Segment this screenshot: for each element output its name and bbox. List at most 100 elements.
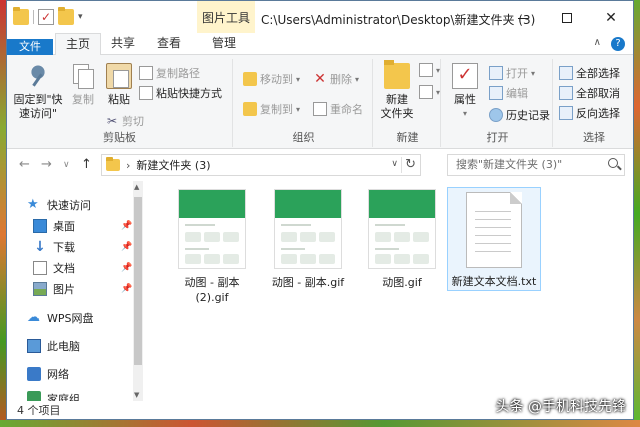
address-dropdown-icon[interactable]: ∨ — [391, 159, 398, 169]
close-icon: ✕ — [605, 10, 617, 26]
ribbon-collapse-icon[interactable]: ∧ — [594, 37, 601, 51]
nav-item-wps[interactable]: ☁ WPS网盘 — [27, 308, 94, 328]
download-icon: ↓ — [34, 239, 46, 255]
nav-item-pictures[interactable]: 图片 — [33, 279, 75, 299]
tab-view[interactable]: 查看 — [149, 33, 189, 55]
clipboard-group-label: 剪贴板 — [103, 131, 136, 144]
qat-separator — [33, 10, 34, 24]
open-group: ✓ 属性 ▾ 打开 ▾ 编辑 历史记录 打开 — [443, 59, 553, 147]
select-none-icon — [559, 86, 573, 100]
properties-check-icon[interactable]: ✓ — [38, 9, 54, 25]
minimize-button[interactable] — [501, 1, 545, 35]
search-placeholder: 搜索"新建文件夹 (3)" — [456, 158, 563, 171]
new-folder-label: 新建 文件夹 — [380, 93, 414, 120]
paste-shortcut-label: 粘贴快捷方式 — [156, 87, 222, 100]
new-group-label: 新建 — [396, 131, 419, 144]
move-to-dropdown-icon: ▾ — [296, 74, 301, 84]
select-all-button[interactable]: 全部选择 — [559, 65, 620, 81]
pin-quick-access-button[interactable]: 固定到"快 速访问" — [11, 63, 65, 121]
close-button[interactable]: ✕ — [589, 1, 633, 35]
nav-item-network[interactable]: 网络 — [27, 364, 69, 384]
new-folder-icon — [384, 60, 410, 89]
gif-thumbnail — [178, 189, 246, 269]
star-icon: ★ — [27, 197, 39, 212]
select-group: 全部选择 全部取消 反向选择 选择 — [555, 59, 633, 147]
pin-quick-access-label: 固定到"快 速访问" — [13, 93, 63, 120]
copy-path-button[interactable]: 复制路径 — [139, 65, 200, 81]
copy-to-button[interactable]: 复制到 ▾ — [243, 101, 300, 117]
navigation-bar: ← → ∨ ↑ › 新建文件夹 (3) ∨ ↻ 搜索"新建文件夹 (3)" — [7, 149, 633, 181]
file-item[interactable]: 动图.gif — [359, 187, 445, 290]
edit-button[interactable]: 编辑 — [489, 85, 528, 101]
homegroup-icon — [27, 391, 41, 401]
maximize-button[interactable] — [545, 1, 589, 35]
nav-label-quick-access: 快速访问 — [47, 199, 91, 212]
edit-label: 编辑 — [506, 87, 528, 100]
copy-button[interactable]: 复制 — [65, 63, 101, 107]
paste-icon — [106, 63, 132, 89]
desktop-icon — [33, 219, 47, 233]
scissors-icon: ✂ — [106, 114, 118, 128]
invert-selection-button[interactable]: 反向选择 — [559, 105, 620, 121]
properties-dropdown-icon: ▾ — [462, 109, 467, 118]
open-button[interactable]: 打开 ▾ — [489, 65, 535, 81]
ribbon-tools: ∧ ? — [594, 37, 625, 51]
new-item-dropdown-icon: ▾ — [436, 65, 441, 75]
nav-item-downloads[interactable]: ↓ 下载 — [33, 237, 75, 257]
nav-pane-scrollbar[interactable]: ▲ ▼ — [133, 181, 143, 401]
ribbon-tabs: 文件 主页 共享 查看 管理 ∧ ? — [7, 33, 633, 61]
easy-access-icon — [419, 85, 433, 99]
new-item-button[interactable]: ▾ — [419, 63, 440, 77]
recent-dropdown-icon[interactable]: ∨ — [63, 160, 70, 170]
nav-item-this-pc[interactable]: 此电脑 — [27, 336, 80, 356]
navigation-pane: ★ 快速访问 桌面 📌 ↓ 下载 📌 文档 📌 图片 📌 ☁ WPS网盘 此电脑… — [7, 181, 143, 401]
address-bar[interactable]: › 新建文件夹 (3) ∨ ↻ — [101, 154, 421, 176]
history-button[interactable]: 历史记录 — [489, 107, 550, 123]
rename-icon — [313, 102, 327, 116]
scroll-down-icon[interactable]: ▼ — [134, 391, 139, 399]
cut-button[interactable]: ✂ 剪切 — [105, 113, 144, 129]
tab-manage[interactable]: 管理 — [199, 33, 249, 55]
file-item[interactable]: 动图 - 副本 (2).gif — [169, 187, 255, 305]
properties-button[interactable]: ✓ 属性 ▾ — [447, 63, 483, 121]
select-all-label: 全部选择 — [576, 67, 620, 80]
scroll-thumb[interactable] — [134, 197, 142, 365]
ribbon: 固定到"快 速访问" 复制 粘贴 复制路径 粘贴快捷方式 ✂ 剪切 剪贴板 移动… — [7, 55, 633, 149]
search-input[interactable]: 搜索"新建文件夹 (3)" — [447, 154, 625, 176]
delete-dropdown-icon: ▾ — [355, 74, 360, 84]
pin-icon-pictures[interactable]: 📌 — [121, 284, 132, 294]
back-arrow-icon[interactable]: ← — [19, 157, 30, 172]
qat-dropdown-icon[interactable]: ▾ — [78, 12, 83, 22]
new-folder-button[interactable]: 新建 文件夹 — [377, 60, 417, 121]
open-icon — [489, 66, 503, 80]
delete-button[interactable]: ✕ 删除 ▾ — [313, 71, 359, 87]
breadcrumb-current-folder[interactable]: 新建文件夹 (3) — [136, 157, 210, 173]
file-item-selected[interactable]: 新建文本文档.txt — [447, 187, 541, 291]
tab-home[interactable]: 主页 — [55, 33, 101, 56]
forward-arrow-icon[interactable]: → — [41, 157, 52, 172]
tab-share[interactable]: 共享 — [103, 33, 143, 55]
breadcrumb-chevron-icon[interactable]: › — [126, 159, 130, 172]
pin-icon-desktop[interactable]: 📌 — [121, 221, 132, 231]
nav-item-documents[interactable]: 文档 — [33, 258, 75, 278]
help-icon[interactable]: ? — [611, 37, 625, 51]
nav-item-desktop[interactable]: 桌面 — [33, 216, 75, 236]
move-to-button[interactable]: 移动到 ▾ — [243, 71, 300, 87]
nav-item-quick-access[interactable]: ★ 快速访问 — [27, 195, 91, 215]
easy-access-button[interactable]: ▾ — [419, 85, 440, 99]
select-none-button[interactable]: 全部取消 — [559, 85, 620, 101]
nav-label-this-pc: 此电脑 — [47, 340, 80, 353]
new-folder-quick-icon[interactable] — [58, 7, 74, 25]
nav-item-homegroup[interactable]: 家庭组 — [27, 391, 80, 401]
rename-button[interactable]: 重命名 — [313, 101, 363, 117]
file-item[interactable]: 动图 - 副本.gif — [265, 187, 351, 290]
refresh-icon[interactable]: ↻ — [405, 157, 416, 172]
paste-button[interactable]: 粘贴 — [101, 63, 137, 107]
scroll-up-icon[interactable]: ▲ — [134, 183, 139, 191]
pin-icon-downloads[interactable]: 📌 — [121, 242, 132, 252]
pin-icon-documents[interactable]: 📌 — [121, 263, 132, 273]
paste-shortcut-button[interactable]: 粘贴快捷方式 — [139, 85, 222, 101]
up-arrow-icon[interactable]: ↑ — [81, 157, 92, 172]
minimize-icon — [518, 17, 528, 19]
rename-label: 重命名 — [330, 103, 363, 116]
